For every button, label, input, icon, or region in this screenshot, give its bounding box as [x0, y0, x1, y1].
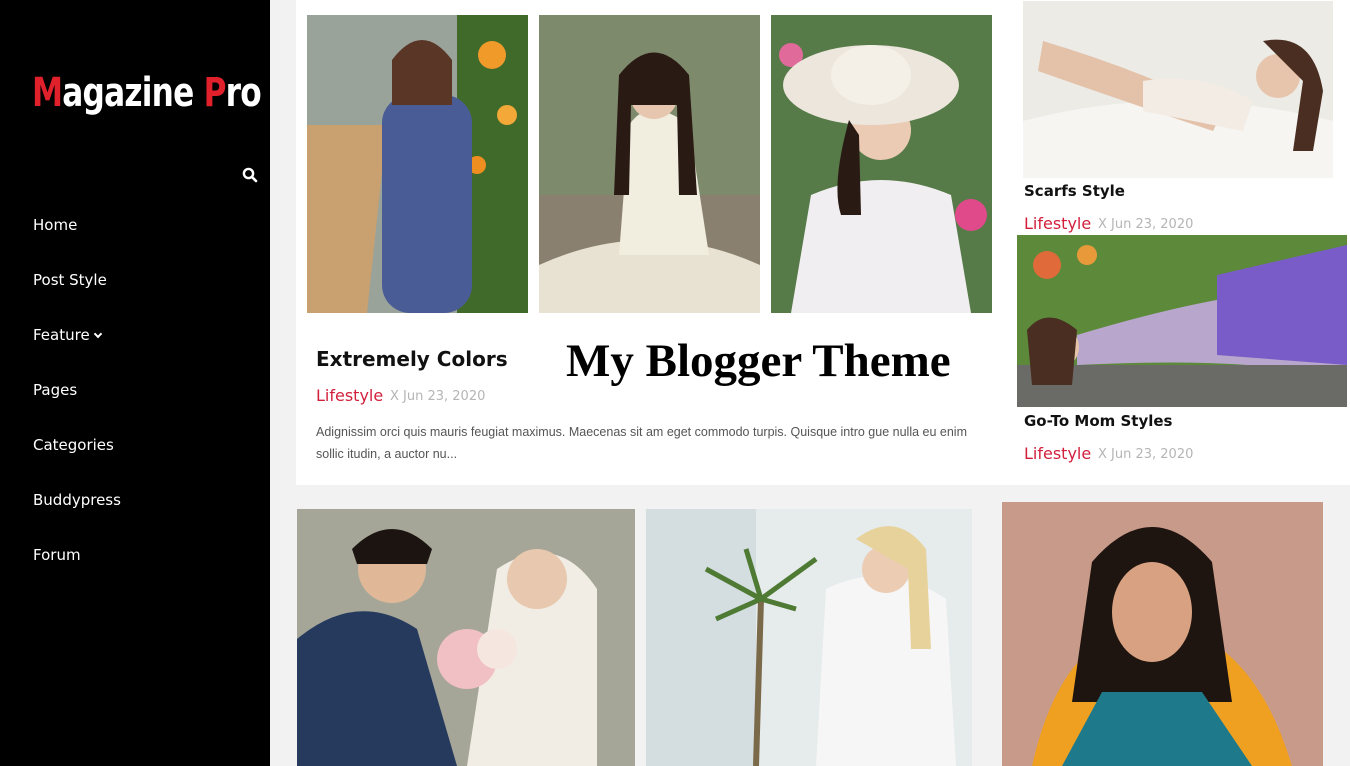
- nav-item-home[interactable]: Home: [33, 216, 121, 271]
- nav-item-buddypress[interactable]: Buddypress: [33, 491, 121, 546]
- side-post-2-date: X Jun 23, 2020: [1098, 447, 1194, 462]
- side-post-1-date: X Jun 23, 2020: [1098, 217, 1194, 232]
- featured-post-date: X Jun 23, 2020: [390, 389, 486, 404]
- nav-item-post-style[interactable]: Post Style: [33, 271, 121, 326]
- featured-post-title[interactable]: Extremely Colors: [316, 347, 508, 371]
- side-post-2-photo[interactable]: [1017, 235, 1347, 407]
- watermark-banner: My Blogger Theme: [566, 335, 951, 387]
- bottom-post-1-photo[interactable]: [297, 509, 635, 766]
- nav-item-pages[interactable]: Pages: [33, 381, 121, 436]
- side-post-2-category[interactable]: Lifestyle: [1024, 444, 1091, 463]
- featured-photo-2[interactable]: [539, 15, 760, 313]
- featured-post-category[interactable]: Lifestyle: [316, 386, 383, 405]
- side-post-1-title[interactable]: Scarfs Style: [1024, 182, 1125, 200]
- site-logo[interactable]: Magazine Pro: [32, 70, 262, 116]
- main-nav: Home Post Style Feature Pages Categories…: [33, 216, 121, 601]
- bottom-post-3-photo[interactable]: [1002, 502, 1323, 766]
- side-post-1-category[interactable]: Lifestyle: [1024, 214, 1091, 233]
- side-post-1-photo[interactable]: [1023, 1, 1333, 178]
- featured-post-excerpt: Adignissim orci quis mauris feugiat maxi…: [316, 425, 967, 461]
- nav-item-forum[interactable]: Forum: [33, 546, 121, 601]
- bottom-post-2-photo[interactable]: [646, 509, 972, 766]
- chevron-down-icon: [93, 329, 102, 339]
- nav-item-categories[interactable]: Categories: [33, 436, 121, 491]
- nav-item-feature[interactable]: Feature: [33, 326, 121, 381]
- search-icon[interactable]: [241, 166, 259, 184]
- featured-photo-1[interactable]: [307, 15, 528, 313]
- side-post-2-title[interactable]: Go-To Mom Styles: [1024, 412, 1172, 430]
- featured-photo-3[interactable]: [771, 15, 992, 313]
- sidebar: Magazine Pro Home Post Style Feature Pag…: [0, 0, 270, 766]
